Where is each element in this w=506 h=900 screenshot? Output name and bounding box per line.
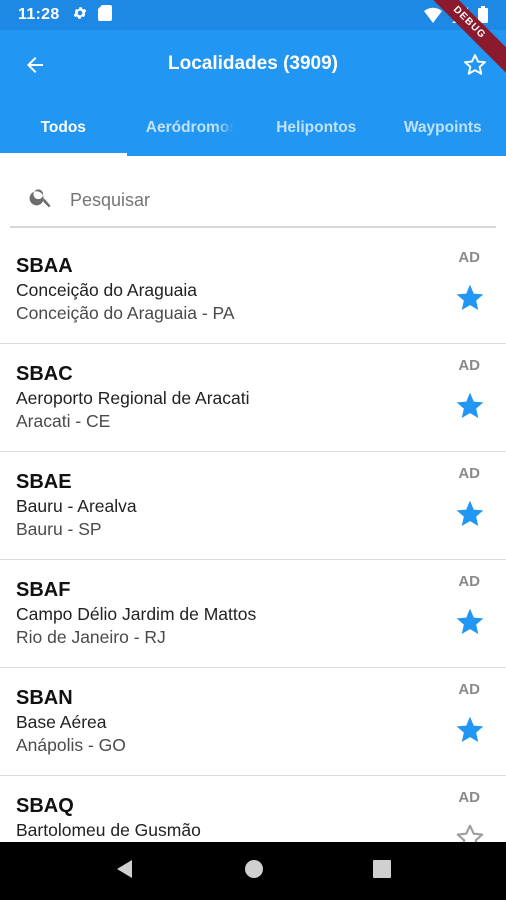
location-city: Anápolis - GO xyxy=(16,735,126,755)
location-name: Conceição do Araguaia xyxy=(16,280,197,300)
favorite-toggle[interactable] xyxy=(454,498,486,530)
app-bar: Localidades (3909) Todos Aeródromos Heli… xyxy=(0,30,506,156)
location-name: Aeroporto Regional de Aracati xyxy=(16,388,250,408)
tab-todos[interactable]: Todos xyxy=(0,100,127,156)
search-icon xyxy=(28,184,54,215)
location-name: Campo Délio Jardim de Mattos xyxy=(16,604,257,624)
wifi-icon xyxy=(424,7,442,28)
location-list: SBAA Conceição do Araguaia Conceição do … xyxy=(0,236,506,884)
status-time: 11:28 xyxy=(18,6,60,23)
location-code: SBAQ xyxy=(16,795,74,817)
location-type: AD xyxy=(458,357,480,374)
sd-card-icon xyxy=(97,4,112,26)
star-outline-icon xyxy=(464,54,486,75)
nav-recents-icon[interactable] xyxy=(372,859,392,884)
settings-icon xyxy=(72,5,88,26)
star-filled-icon xyxy=(456,284,484,310)
search-underline xyxy=(10,226,496,228)
tab-waypoints[interactable]: Waypoints xyxy=(380,100,506,156)
star-filled-icon xyxy=(456,500,484,526)
search-input[interactable] xyxy=(68,184,472,216)
location-type: AD xyxy=(458,681,480,698)
star-filled-icon xyxy=(456,608,484,634)
tab-label: Aeródromos xyxy=(145,119,234,136)
nav-back-icon[interactable] xyxy=(114,858,136,885)
location-city: Conceição do Araguaia - PA xyxy=(16,303,235,323)
favorites-button[interactable] xyxy=(460,50,490,80)
list-item[interactable]: SBAE Bauru - Arealva Bauru - SP AD xyxy=(0,452,506,560)
star-filled-icon xyxy=(456,392,484,418)
location-code: SBAA xyxy=(16,255,73,277)
list-item[interactable]: SBAF Campo Délio Jardim de Mattos Rio de… xyxy=(0,560,506,668)
search-bar xyxy=(10,156,496,228)
list-item[interactable]: SBAC Aeroporto Regional de Aracati Araca… xyxy=(0,344,506,452)
list-item[interactable]: SBAN Base Aérea Anápolis - GO AD xyxy=(0,668,506,776)
favorite-toggle[interactable] xyxy=(454,606,486,638)
tab-bar: Todos Aeródromos Helipontos Waypoints xyxy=(0,100,506,156)
favorite-toggle[interactable] xyxy=(454,282,486,314)
location-code: SBAC xyxy=(16,363,73,385)
location-code: SBAE xyxy=(16,471,72,493)
location-code: SBAF xyxy=(16,579,71,601)
favorite-toggle[interactable] xyxy=(454,714,486,746)
screen: 11:28 DEBUG Localidades (3909) Todos Aer… xyxy=(0,0,506,900)
tab-aerodromos[interactable]: Aeródromos xyxy=(127,100,254,156)
tab-helipontos[interactable]: Helipontos xyxy=(253,100,380,156)
location-city: Rio de Janeiro - RJ xyxy=(16,627,166,647)
location-city: Bauru - SP xyxy=(16,519,102,539)
nav-home-icon[interactable] xyxy=(243,858,265,885)
location-code: SBAN xyxy=(16,687,73,709)
location-type: AD xyxy=(458,789,480,806)
location-type: AD xyxy=(458,465,480,482)
system-nav-bar xyxy=(0,842,506,900)
favorite-toggle[interactable] xyxy=(454,390,486,422)
location-type: AD xyxy=(458,249,480,266)
list-item[interactable]: SBAA Conceição do Araguaia Conceição do … xyxy=(0,236,506,344)
page-title: Localidades (3909) xyxy=(167,53,339,74)
tab-label: Helipontos xyxy=(276,119,357,136)
tab-label: Waypoints xyxy=(403,119,482,136)
tab-label: Todos xyxy=(40,119,86,136)
location-name: Bartolomeu de Gusmão xyxy=(16,820,201,840)
location-name: Bauru - Arealva xyxy=(16,496,137,516)
status-bar: 11:28 DEBUG xyxy=(0,0,506,83)
location-type: AD xyxy=(458,573,480,590)
location-city: Aracati - CE xyxy=(16,411,111,431)
star-filled-icon xyxy=(456,716,484,742)
location-name: Base Aérea xyxy=(16,712,107,732)
